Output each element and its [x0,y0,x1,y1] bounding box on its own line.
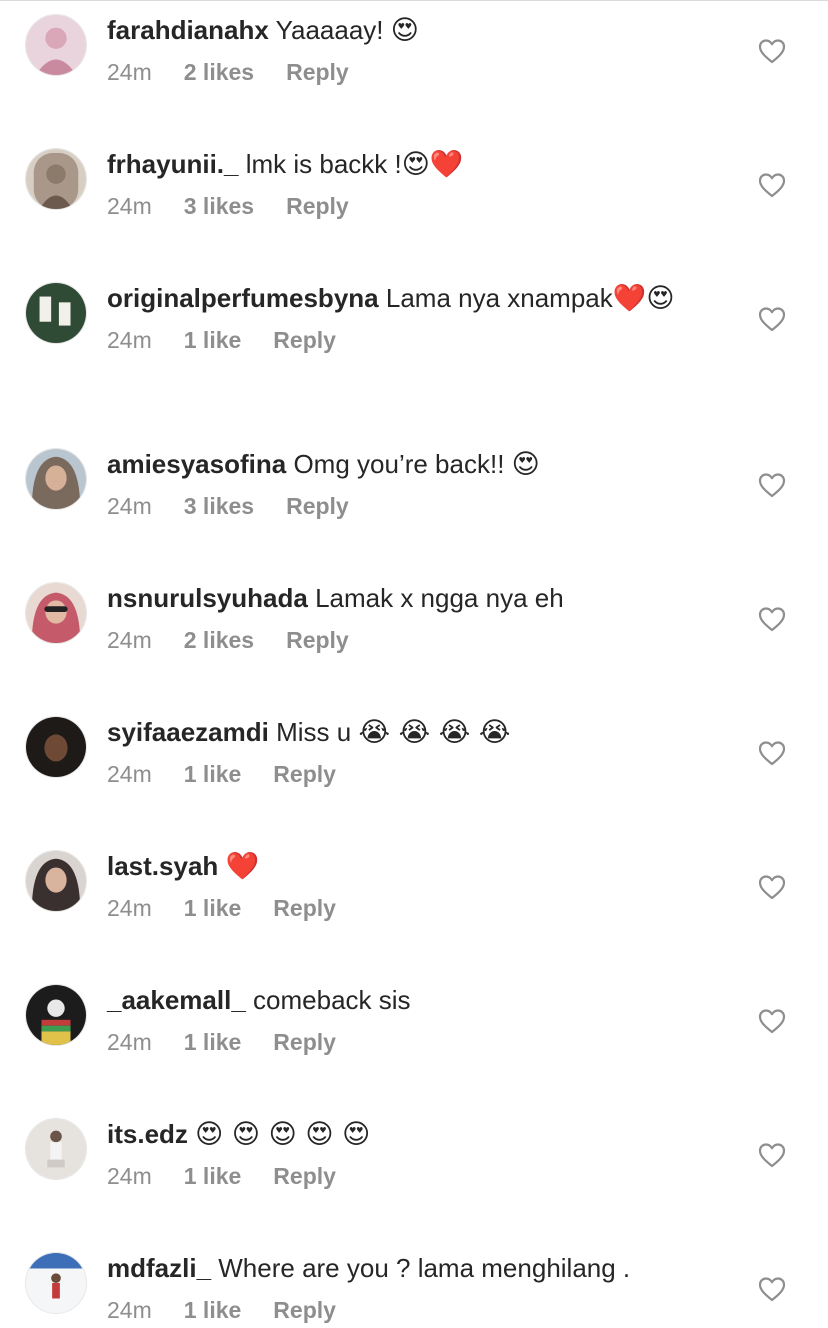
likes-count-link[interactable]: 2 likes [184,59,254,86]
comment-emoji: 😍 [511,449,540,480]
heart-outline-icon[interactable] [758,606,786,632]
avatar[interactable] [25,282,87,344]
reply-button[interactable]: Reply [273,1029,336,1056]
heart-outline-icon[interactable] [758,1276,786,1302]
comment-text-line: originalperfumesbyna Lama nya xnampak❤️😍 [107,282,717,315]
reply-button[interactable]: Reply [286,493,349,520]
likes-count-link[interactable]: 3 likes [184,493,254,520]
comment-time: 24m [107,1163,152,1189]
comment-text: Lama nya xnampak [385,283,613,313]
likes-count-link[interactable]: 3 likes [184,193,254,220]
comment-text-line: mdfazli_ Where are you ? lama menghilang… [107,1252,717,1285]
likes-count-link[interactable]: 1 like [184,1029,242,1056]
comment-text-line: its.edz 😍 😍 😍 😍 😍 [107,1118,717,1151]
comment-text-line: _aakemall_ comeback sis [107,984,717,1017]
reply-button[interactable]: Reply [286,59,349,86]
likes-count-link[interactable]: 2 likes [184,627,254,654]
likes-count-link[interactable]: 1 like [184,1163,242,1190]
reply-button[interactable]: Reply [286,193,349,220]
comment-text: Yaaaaay! [275,15,384,45]
heart-outline-icon[interactable] [758,740,786,766]
comment-time: 24m [107,327,152,353]
username-link[interactable]: amiesyasofina [107,449,286,479]
avatar[interactable] [25,1118,87,1180]
top-divider [0,0,828,1]
comment-time: 24m [107,493,152,519]
reply-button[interactable]: Reply [273,761,336,788]
username-link[interactable]: syifaaezamdi [107,717,269,747]
avatar[interactable] [25,716,87,778]
comment-text-line: nsnurulsyuhada Lamak x ngga nya eh [107,582,717,615]
avatar[interactable] [25,984,87,1046]
comment-text-line: farahdianahx Yaaaaay! 😍 [107,14,717,47]
heart-outline-icon[interactable] [758,1142,786,1168]
comment-text: Miss u [276,717,352,747]
comment-emoji: ❤️😍 [612,283,675,314]
reply-button[interactable]: Reply [286,627,349,654]
comment-text: lmk is backk ! [245,149,402,179]
comment-emoji: 😍 😍 😍 😍 😍 [195,1119,371,1150]
heart-outline-icon[interactable] [758,172,786,198]
reply-button[interactable]: Reply [273,895,336,922]
comment-emoji: 😍❤️ [401,149,464,180]
reply-button[interactable]: Reply [273,1297,336,1324]
avatar[interactable] [25,148,87,210]
comment-time: 24m [107,59,152,85]
avatar[interactable] [25,1252,87,1314]
comment-text-line: amiesyasofina Omg you’re back!! 😍 [107,448,717,481]
comment-text-line: syifaaezamdi Miss u 😭 😭 😭 😭 [107,716,717,749]
heart-outline-icon[interactable] [758,874,786,900]
comment-text-line: frhayunii._ lmk is backk !😍❤️ [107,148,717,181]
comment-time: 24m [107,193,152,219]
likes-count-link[interactable]: 1 like [184,895,242,922]
username-link[interactable]: mdfazli_ [107,1253,211,1283]
comment-time: 24m [107,1029,152,1055]
comment-emoji: 😍 [390,15,419,46]
username-link[interactable]: farahdianahx [107,15,269,45]
comment-text: Lamak x ngga nya eh [315,583,564,613]
heart-outline-icon[interactable] [758,1008,786,1034]
reply-button[interactable]: Reply [273,327,336,354]
comment-text: comeback sis [253,985,411,1015]
comment-time: 24m [107,895,152,921]
heart-outline-icon[interactable] [758,38,786,64]
comment-time: 24m [107,627,152,653]
username-link[interactable]: frhayunii._ [107,149,238,179]
comment-text: Where are you ? lama menghilang . [218,1253,631,1283]
comment-text-line: last.syah ❤️ [107,850,717,883]
avatar[interactable] [25,850,87,912]
username-link[interactable]: last.syah [107,851,218,881]
username-link[interactable]: _aakemall_ [107,985,246,1015]
likes-count-link[interactable]: 1 like [184,327,242,354]
username-link[interactable]: nsnurulsyuhada [107,583,308,613]
heart-outline-icon[interactable] [758,306,786,332]
avatar[interactable] [25,582,87,644]
username-link[interactable]: its.edz [107,1119,188,1149]
comment-time: 24m [107,1297,152,1323]
heart-outline-icon[interactable] [758,472,786,498]
comment-time: 24m [107,761,152,787]
avatar[interactable] [25,448,87,510]
comment-text: Omg you’re back!! [293,449,505,479]
avatar[interactable] [25,14,87,76]
reply-button[interactable]: Reply [273,1163,336,1190]
comment-emoji: 😭 😭 😭 😭 [358,717,511,748]
likes-count-link[interactable]: 1 like [184,761,242,788]
likes-count-link[interactable]: 1 like [184,1297,242,1324]
comment-emoji: ❤️ [225,851,260,882]
username-link[interactable]: originalperfumesbyna [107,283,379,313]
